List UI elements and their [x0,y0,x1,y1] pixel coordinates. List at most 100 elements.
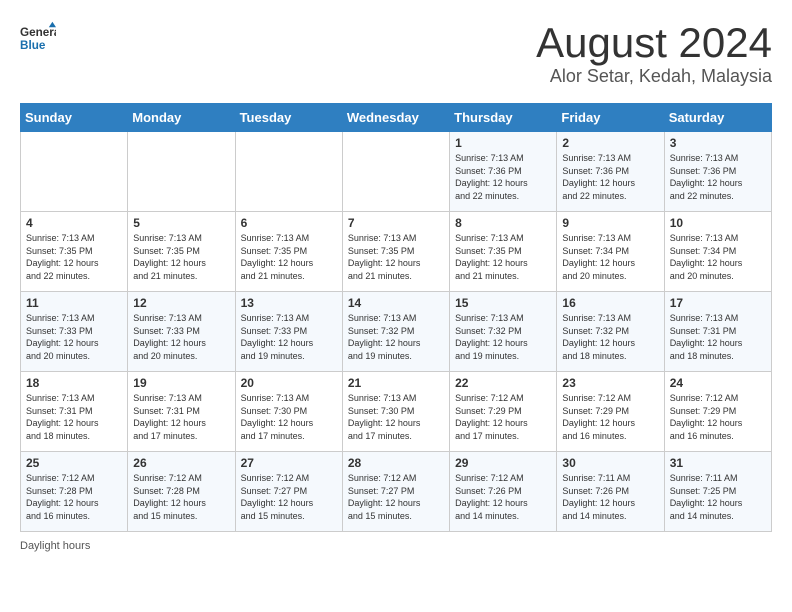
day-number: 18 [26,376,122,390]
day-number: 26 [133,456,229,470]
day-info: Sunrise: 7:11 AM Sunset: 7:26 PM Dayligh… [562,472,658,522]
day-number: 31 [670,456,766,470]
day-header-monday: Monday [128,104,235,132]
svg-text:General: General [20,26,56,39]
day-cell: 15 Sunrise: 7:13 AM Sunset: 7:32 PM Dayli… [450,292,557,372]
day-number: 24 [670,376,766,390]
day-cell [128,132,235,212]
day-header-row: SundayMondayTuesdayWednesdayThursdayFrid… [21,104,772,132]
day-info: Sunrise: 7:12 AM Sunset: 7:28 PM Dayligh… [26,472,122,522]
day-info: Sunrise: 7:13 AM Sunset: 7:35 PM Dayligh… [348,232,444,282]
day-header-wednesday: Wednesday [342,104,449,132]
day-number: 22 [455,376,551,390]
day-number: 2 [562,136,658,150]
day-info: Sunrise: 7:12 AM Sunset: 7:29 PM Dayligh… [562,392,658,442]
week-row-4: 18 Sunrise: 7:13 AM Sunset: 7:31 PM Dayli… [21,372,772,452]
day-info: Sunrise: 7:12 AM Sunset: 7:27 PM Dayligh… [241,472,337,522]
day-number: 23 [562,376,658,390]
day-cell: 24 Sunrise: 7:12 AM Sunset: 7:29 PM Dayli… [664,372,771,452]
day-info: Sunrise: 7:12 AM Sunset: 7:26 PM Dayligh… [455,472,551,522]
day-cell: 11 Sunrise: 7:13 AM Sunset: 7:33 PM Dayli… [21,292,128,372]
logo: General Blue [20,20,56,56]
svg-text:Blue: Blue [20,39,46,52]
day-cell: 22 Sunrise: 7:12 AM Sunset: 7:29 PM Dayli… [450,372,557,452]
day-info: Sunrise: 7:13 AM Sunset: 7:36 PM Dayligh… [455,152,551,202]
day-number: 3 [670,136,766,150]
day-number: 29 [455,456,551,470]
day-number: 28 [348,456,444,470]
day-info: Sunrise: 7:13 AM Sunset: 7:32 PM Dayligh… [562,312,658,362]
day-cell: 14Sunrise: 7:13 AM Sunset: 7:32 PM Dayli… [342,292,449,372]
day-cell: 19 Sunrise: 7:13 AM Sunset: 7:31 PM Dayli… [128,372,235,452]
day-cell: 1 Sunrise: 7:13 AM Sunset: 7:36 PM Daylig… [450,132,557,212]
day-info: Sunrise: 7:13 AM Sunset: 7:31 PM Dayligh… [670,312,766,362]
day-cell: 30Sunrise: 7:11 AM Sunset: 7:26 PM Dayli… [557,452,664,532]
day-number: 15 [455,296,551,310]
day-number: 4 [26,216,122,230]
day-info: Sunrise: 7:13 AM Sunset: 7:33 PM Dayligh… [26,312,122,362]
day-number: 1 [455,136,551,150]
logo-icon: General Blue [20,20,56,56]
day-cell [235,132,342,212]
day-number: 12 [133,296,229,310]
day-number: 6 [241,216,337,230]
day-info: Sunrise: 7:13 AM Sunset: 7:31 PM Dayligh… [133,392,229,442]
day-cell: 2 Sunrise: 7:13 AM Sunset: 7:36 PM Daylig… [557,132,664,212]
day-number: 10 [670,216,766,230]
day-info: Sunrise: 7:12 AM Sunset: 7:27 PM Dayligh… [348,472,444,522]
day-info: Sunrise: 7:13 AM Sunset: 7:30 PM Dayligh… [348,392,444,442]
day-number: 9 [562,216,658,230]
footer-note: Daylight hours [20,540,772,552]
day-info: Sunrise: 7:13 AM Sunset: 7:36 PM Dayligh… [670,152,766,202]
day-cell: 26 Sunrise: 7:12 AM Sunset: 7:28 PM Dayli… [128,452,235,532]
day-info: Sunrise: 7:13 AM Sunset: 7:30 PM Dayligh… [241,392,337,442]
day-number: 21 [348,376,444,390]
day-number: 27 [241,456,337,470]
day-cell: 5Sunrise: 7:13 AM Sunset: 7:35 PM Daylig… [128,212,235,292]
week-row-1: 1 Sunrise: 7:13 AM Sunset: 7:36 PM Daylig… [21,132,772,212]
month-year-title: August 2024 [536,20,772,66]
day-info: Sunrise: 7:13 AM Sunset: 7:32 PM Dayligh… [455,312,551,362]
day-number: 13 [241,296,337,310]
day-number: 25 [26,456,122,470]
day-cell: 31Sunrise: 7:11 AM Sunset: 7:25 PM Dayli… [664,452,771,532]
day-number: 5 [133,216,229,230]
title-area: August 2024 Alor Setar, Kedah, Malaysia [536,20,772,87]
week-row-2: 4 Sunrise: 7:13 AM Sunset: 7:35 PM Daylig… [21,212,772,292]
day-info: Sunrise: 7:12 AM Sunset: 7:29 PM Dayligh… [455,392,551,442]
day-cell: 8 Sunrise: 7:13 AM Sunset: 7:35 PM Daylig… [450,212,557,292]
day-info: Sunrise: 7:13 AM Sunset: 7:31 PM Dayligh… [26,392,122,442]
day-cell: 18 Sunrise: 7:13 AM Sunset: 7:31 PM Dayli… [21,372,128,452]
day-cell: 17 Sunrise: 7:13 AM Sunset: 7:31 PM Dayli… [664,292,771,372]
day-info: Sunrise: 7:13 AM Sunset: 7:36 PM Dayligh… [562,152,658,202]
day-number: 16 [562,296,658,310]
day-cell: 3 Sunrise: 7:13 AM Sunset: 7:36 PM Daylig… [664,132,771,212]
day-cell [21,132,128,212]
day-cell: 23 Sunrise: 7:12 AM Sunset: 7:29 PM Dayli… [557,372,664,452]
day-number: 17 [670,296,766,310]
day-cell: 10Sunrise: 7:13 AM Sunset: 7:34 PM Dayli… [664,212,771,292]
day-info: Sunrise: 7:13 AM Sunset: 7:33 PM Dayligh… [241,312,337,362]
day-info: Sunrise: 7:13 AM Sunset: 7:34 PM Dayligh… [562,232,658,282]
day-cell: 21 Sunrise: 7:13 AM Sunset: 7:30 PM Dayli… [342,372,449,452]
day-info: Sunrise: 7:13 AM Sunset: 7:35 PM Dayligh… [455,232,551,282]
day-number: 7 [348,216,444,230]
week-row-5: 25 Sunrise: 7:12 AM Sunset: 7:28 PM Dayli… [21,452,772,532]
day-header-saturday: Saturday [664,104,771,132]
day-cell: 13 Sunrise: 7:13 AM Sunset: 7:33 PM Dayli… [235,292,342,372]
day-number: 19 [133,376,229,390]
day-cell: 20 Sunrise: 7:13 AM Sunset: 7:30 PM Dayli… [235,372,342,452]
day-number: 11 [26,296,122,310]
day-info: Sunrise: 7:12 AM Sunset: 7:28 PM Dayligh… [133,472,229,522]
day-info: Sunrise: 7:12 AM Sunset: 7:29 PM Dayligh… [670,392,766,442]
day-cell: 7 Sunrise: 7:13 AM Sunset: 7:35 PM Daylig… [342,212,449,292]
day-header-tuesday: Tuesday [235,104,342,132]
week-row-3: 11 Sunrise: 7:13 AM Sunset: 7:33 PM Dayli… [21,292,772,372]
day-info: Sunrise: 7:13 AM Sunset: 7:35 PM Dayligh… [26,232,122,282]
calendar-table: SundayMondayTuesdayWednesdayThursdayFrid… [20,103,772,532]
day-cell: 25 Sunrise: 7:12 AM Sunset: 7:28 PM Dayli… [21,452,128,532]
day-cell: 29 Sunrise: 7:12 AM Sunset: 7:26 PM Dayli… [450,452,557,532]
day-number: 8 [455,216,551,230]
day-cell: 16 Sunrise: 7:13 AM Sunset: 7:32 PM Dayli… [557,292,664,372]
day-number: 20 [241,376,337,390]
